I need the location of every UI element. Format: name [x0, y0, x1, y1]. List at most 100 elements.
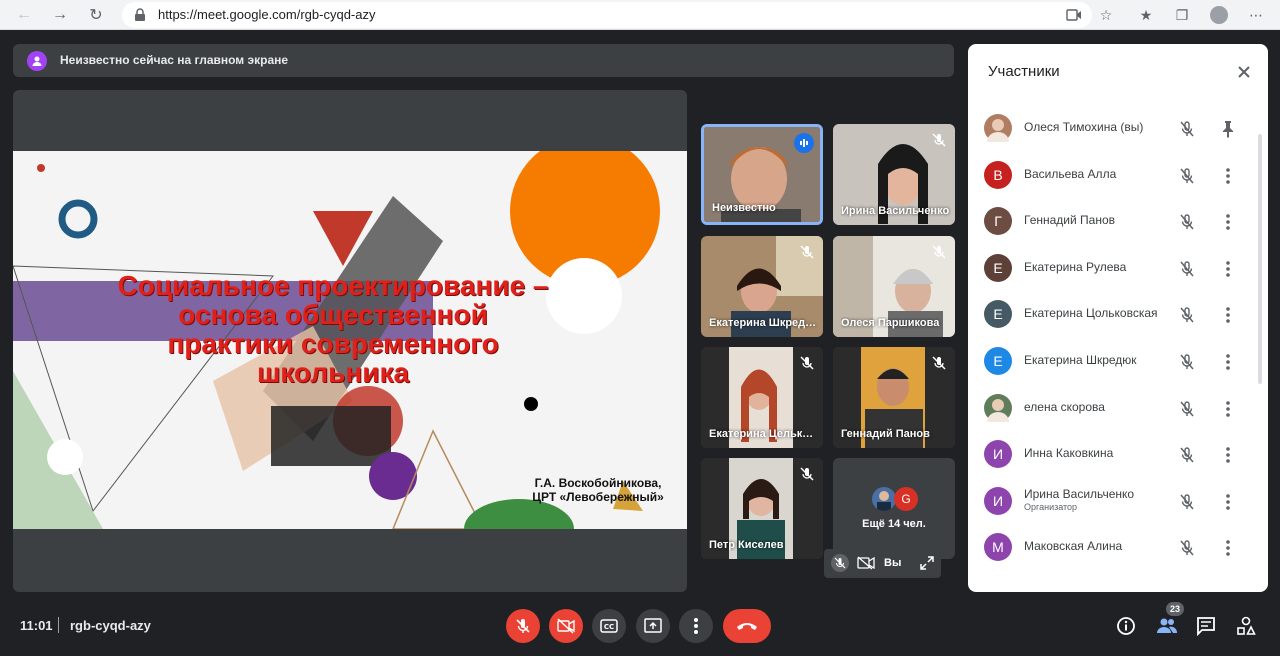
reload-icon[interactable]: ↻: [84, 3, 108, 27]
add-favorite-icon[interactable]: ☆: [1094, 3, 1118, 27]
more-vert-icon[interactable]: [1220, 352, 1236, 372]
info-icon: [1117, 617, 1135, 635]
more-vert-icon[interactable]: [1220, 212, 1236, 232]
participant-tile[interactable]: Неизвестно: [701, 124, 823, 225]
participant-tile[interactable]: Екатерина Шкредюк: [701, 236, 823, 337]
more-vert-icon[interactable]: [1220, 399, 1236, 419]
meeting-code: rgb-cyqd-azy: [70, 618, 151, 633]
participant-name: елена скорова: [1024, 399, 1105, 414]
present-button[interactable]: [636, 609, 670, 643]
activities-icon: [1237, 616, 1256, 635]
tile-name: Геннадий Панов: [841, 428, 930, 440]
participant-name: Инна Каковкина: [1024, 446, 1114, 461]
participant-tile[interactable]: Олеся Паршикова: [833, 236, 955, 337]
favorites-icon[interactable]: ★: [1134, 3, 1158, 27]
collections-icon[interactable]: ❐: [1170, 3, 1194, 27]
chat-button[interactable]: [1194, 614, 1218, 638]
pin-icon[interactable]: [1220, 119, 1236, 139]
author-org: ЦРТ «Левобережный»: [532, 490, 664, 504]
back-icon[interactable]: ←: [12, 3, 36, 27]
slide: Социальное проектирование – основа общес…: [13, 151, 687, 529]
tile-name: Ирина Васильченко: [841, 205, 950, 217]
scrollbar[interactable]: [1258, 134, 1262, 384]
activities-button[interactable]: [1234, 614, 1258, 638]
participant-row[interactable]: Е Екатерина Рулева: [968, 246, 1258, 292]
more-vert-icon[interactable]: [1220, 259, 1236, 279]
participant-name: Екатерина Цольковская: [1024, 306, 1158, 321]
mic-off-icon[interactable]: [1178, 167, 1196, 185]
participant-row[interactable]: елена скорова: [968, 386, 1258, 432]
lock-icon: [135, 8, 145, 21]
avatar: Е: [984, 347, 1012, 375]
participant-row[interactable]: Олеся Тимохина (вы): [968, 106, 1258, 152]
participant-tile[interactable]: Екатерина Цельковская: [701, 347, 823, 448]
participant-row[interactable]: И Инна Каковкина: [968, 432, 1258, 478]
camera-off-icon: [557, 618, 575, 634]
participant-row[interactable]: Г Геннадий Панов: [968, 199, 1258, 245]
mic-off-icon: [932, 245, 946, 259]
captions-button[interactable]: CC: [592, 609, 626, 643]
participant-name: Олеся Тимохина (вы): [1024, 120, 1144, 134]
participant-name: Ирина Васильченко: [1024, 486, 1135, 501]
avatar: G: [894, 487, 918, 511]
profile-avatar[interactable]: [1207, 3, 1231, 27]
forward-icon[interactable]: →: [48, 3, 72, 27]
mic-off-icon[interactable]: [1178, 353, 1196, 371]
mic-off-icon[interactable]: [1178, 446, 1196, 464]
address-bar[interactable]: https://meet.google.com/rgb-cyqd-azy: [122, 2, 1092, 28]
avatar: В: [984, 160, 1012, 189]
mic-off-icon[interactable]: [1178, 493, 1196, 511]
mic-toggle-button[interactable]: [506, 609, 540, 643]
more-vert-icon: [694, 618, 698, 634]
self-view-label: Вы: [884, 557, 902, 569]
participant-row[interactable]: В Васильева Алла: [968, 153, 1258, 199]
close-icon[interactable]: [1234, 62, 1254, 82]
captions-icon: CC: [600, 619, 618, 633]
camera-toggle-button[interactable]: [549, 609, 583, 643]
participant-row[interactable]: Е Екатерина Шкредюк: [968, 339, 1258, 385]
participant-name: Маковская Алина: [1024, 539, 1123, 554]
mic-off-icon[interactable]: [1178, 260, 1196, 278]
camera-permission-icon[interactable]: [1066, 8, 1082, 22]
avatar: [984, 114, 1012, 142]
mic-off-icon[interactable]: [831, 554, 849, 572]
avatar: М: [984, 533, 1012, 562]
avatar: [984, 393, 1012, 422]
avatar: [27, 51, 47, 71]
more-vert-icon[interactable]: [1220, 445, 1236, 465]
mic-off-icon[interactable]: [1178, 400, 1196, 418]
photo-avatar-icon: [987, 119, 1009, 142]
participants-button[interactable]: [1155, 614, 1179, 638]
meeting-details-button[interactable]: [1114, 614, 1138, 638]
participant-row[interactable]: Е Екатерина Цольковская: [968, 292, 1258, 338]
camera-off-icon[interactable]: [857, 556, 875, 570]
more-icon[interactable]: ⋯: [1244, 3, 1268, 27]
avatar: Г: [984, 207, 1012, 236]
clock: 11:01: [20, 618, 53, 633]
presentation-stage[interactable]: Социальное проектирование – основа общес…: [13, 90, 687, 592]
participant-row[interactable]: И Ирина Васильченко Организатор: [968, 479, 1258, 525]
more-vert-icon[interactable]: [1220, 305, 1236, 325]
participant-count-badge: 23: [1166, 602, 1184, 616]
person-icon: [32, 56, 42, 66]
mic-off-icon[interactable]: [1178, 539, 1196, 557]
more-participants-tile[interactable]: G Ещё 14 чел.: [833, 458, 955, 559]
mic-off-icon[interactable]: [1178, 213, 1196, 231]
participant-tile[interactable]: Геннадий Панов: [833, 347, 955, 448]
leave-call-button[interactable]: [723, 609, 771, 643]
participant-tile[interactable]: Ирина Васильченко: [833, 124, 955, 225]
mic-off-icon[interactable]: [1178, 306, 1196, 324]
more-options-button[interactable]: [679, 609, 713, 643]
browser-toolbar: ← → ↻ https://meet.google.com/rgb-cyqd-a…: [0, 0, 1280, 30]
more-vert-icon[interactable]: [1220, 166, 1236, 186]
more-vert-icon[interactable]: [1220, 492, 1236, 512]
mic-off-icon[interactable]: [1178, 120, 1196, 138]
author-name: Г.А. Воскобойникова,: [534, 476, 662, 490]
tile-name: Олеся Паршикова: [841, 317, 940, 329]
expand-icon[interactable]: [920, 556, 934, 570]
participant-tile[interactable]: Петр Киселев: [701, 458, 823, 559]
participant-row[interactable]: М Маковская Алина: [968, 525, 1258, 571]
more-participants-label: Ещё 14 чел.: [862, 518, 926, 530]
more-vert-icon[interactable]: [1220, 538, 1236, 558]
self-view-controls: Вы: [824, 549, 941, 578]
